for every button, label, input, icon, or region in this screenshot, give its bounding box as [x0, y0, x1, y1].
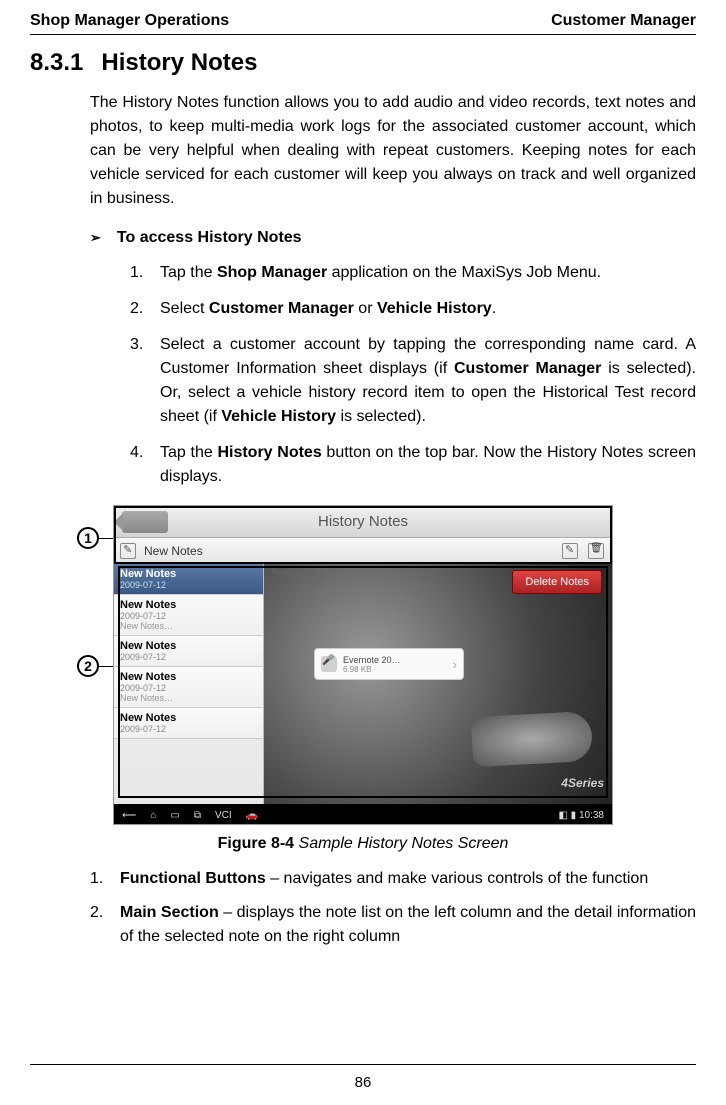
section-heading: 8.3.1 History Notes	[30, 49, 696, 77]
step-text: Tap the History Notes button on the top …	[160, 441, 696, 489]
attachment-card[interactable]: Evernote 20… 6.98 KB ›	[314, 648, 464, 680]
note-title: New Notes	[120, 671, 257, 683]
step-number: 4.	[130, 441, 160, 489]
step-text: Select a customer account by tapping the…	[160, 333, 696, 429]
triangle-bullet-icon: ➢	[90, 230, 101, 246]
legend-text: Main Section – displays the note list on…	[120, 901, 696, 949]
microphone-icon	[321, 656, 337, 672]
procedure-title-text: To access History Notes	[117, 229, 302, 246]
callout-1-line	[99, 538, 113, 539]
legend-number: 1.	[90, 867, 120, 891]
vci-nav-icon[interactable]: VCI	[215, 810, 232, 821]
header-right: Customer Manager	[551, 12, 696, 30]
home-nav-icon[interactable]: ⌂	[150, 810, 156, 821]
toolbar-selected-label: New Notes	[144, 544, 203, 558]
note-title: New Notes	[120, 599, 257, 611]
note-date: 2009-07-12	[120, 724, 257, 734]
step-text: Tap the Shop Manager application on the …	[160, 261, 696, 285]
step-number: 1.	[130, 261, 160, 285]
section-title-text: History Notes	[101, 49, 257, 76]
note-title: New Notes	[120, 568, 257, 580]
callout-1-label: 1	[77, 527, 99, 549]
legend-number: 2.	[90, 901, 120, 949]
note-item[interactable]: New Notes 2009-07-12	[114, 636, 263, 667]
clock-time: 10:38	[579, 810, 604, 821]
section-number: 8.3.1	[30, 49, 83, 77]
note-date: 2009-07-12	[120, 652, 257, 662]
delete-notes-button[interactable]: Delete Notes	[512, 570, 602, 594]
legend-item: 1. Functional Buttons – navigates and ma…	[90, 867, 696, 891]
legend-item: 2. Main Section – displays the note list…	[90, 901, 696, 949]
status-icons: ◧ ▮	[558, 810, 576, 821]
note-title: New Notes	[120, 712, 257, 724]
compose-icon[interactable]	[120, 543, 136, 559]
note-list: New Notes 2009-07-12 New Notes 2009-07-1…	[114, 564, 264, 804]
car-taillight-graphic	[471, 711, 593, 767]
step-item: 4. Tap the History Notes button on the t…	[130, 441, 696, 489]
attachment-text: Evernote 20… 6.98 KB	[343, 655, 446, 674]
navbar-left: ⟵ ⌂ ▭ ⧉ VCI 🚗	[122, 810, 258, 821]
note-detail: New Notes… 4Series Delete Notes Evernote…	[264, 564, 612, 804]
ss-toolbar-left: New Notes	[114, 543, 264, 559]
chevron-right-icon: ›	[452, 656, 457, 672]
step-item: 1. Tap the Shop Manager application on t…	[130, 261, 696, 285]
ss-toolbar: New Notes	[114, 538, 612, 564]
screenshot: History Notes New Notes New Notes 2009-0…	[113, 505, 613, 825]
attachment-name: Evernote 20…	[343, 655, 401, 665]
note-item[interactable]: New Notes 2009-07-12	[114, 708, 263, 739]
recent-nav-icon[interactable]: ▭	[170, 810, 179, 821]
note-item[interactable]: New Notes 2009-07-12 New Notes…	[114, 667, 263, 708]
note-date: 2009-07-12	[120, 580, 257, 590]
page-header: Shop Manager Operations Customer Manager	[30, 0, 696, 34]
note-subtitle: New Notes…	[120, 693, 257, 703]
footer-divider	[30, 1064, 696, 1065]
procedure-title: ➢ To access History Notes	[90, 229, 696, 247]
note-photo: New Notes… 4Series	[264, 564, 612, 804]
android-navbar: ⟵ ⌂ ▭ ⧉ VCI 🚗 ◧ ▮ 10:38	[114, 804, 612, 825]
back-nav-icon[interactable]: ⟵	[122, 810, 136, 821]
note-item[interactable]: New Notes 2009-07-12 New Notes…	[114, 595, 263, 636]
note-title: New Notes	[120, 640, 257, 652]
step-number: 3.	[130, 333, 160, 429]
ss-title: History Notes	[114, 513, 612, 530]
attachment-size: 6.98 KB	[343, 665, 446, 674]
step-number: 2.	[130, 297, 160, 321]
step-item: 2. Select Customer Manager or Vehicle Hi…	[130, 297, 696, 321]
note-item[interactable]: New Notes 2009-07-12	[114, 564, 263, 595]
page-number: 86	[0, 1074, 726, 1091]
note-date: 2009-07-12	[120, 683, 257, 693]
edit-icon[interactable]	[562, 543, 578, 559]
note-subtitle: New Notes…	[120, 621, 257, 631]
navbar-right: ◧ ▮ 10:38	[558, 810, 604, 821]
header-divider	[30, 34, 696, 35]
screenshot-nav-icon[interactable]: ⧉	[194, 810, 201, 821]
trash-icon[interactable]	[588, 543, 604, 559]
figure-wrap: 1 2 History Notes New Notes Ne	[113, 505, 613, 825]
ss-body: New Notes 2009-07-12 New Notes 2009-07-1…	[114, 564, 612, 804]
note-date: 2009-07-12	[120, 611, 257, 621]
car-nav-icon[interactable]: 🚗	[246, 810, 258, 821]
note-preview-text: New Notes…	[272, 567, 325, 577]
callout-2-label: 2	[77, 655, 99, 677]
legend-text: Functional Buttons – navigates and make …	[120, 867, 696, 891]
ss-topbar: History Notes	[114, 506, 612, 538]
step-item: 3. Select a customer account by tapping …	[130, 333, 696, 429]
legend-list: 1. Functional Buttons – navigates and ma…	[90, 867, 696, 949]
figure-caption: Figure 8-4 Sample History Notes Screen	[30, 835, 696, 853]
figure-number: Figure 8-4	[218, 835, 294, 852]
figure-title: Sample History Notes Screen	[294, 835, 508, 852]
ss-toolbar-right	[264, 543, 612, 559]
step-text: Select Customer Manager or Vehicle Histo…	[160, 297, 696, 321]
step-list: 1. Tap the Shop Manager application on t…	[130, 261, 696, 489]
intro-paragraph: The History Notes function allows you to…	[90, 91, 696, 211]
header-left: Shop Manager Operations	[30, 12, 229, 30]
car-badge-text: 4Series	[561, 776, 604, 790]
